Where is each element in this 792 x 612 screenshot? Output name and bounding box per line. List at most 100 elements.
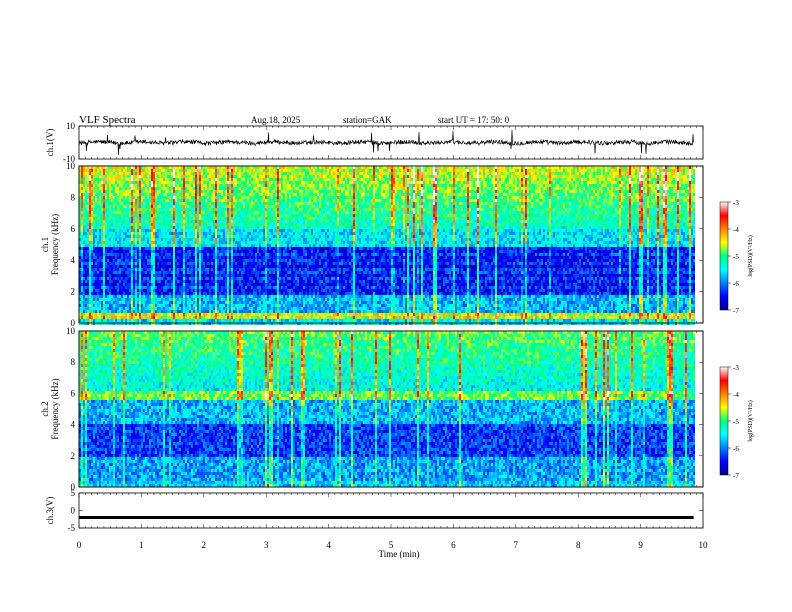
spectrogram-cell <box>115 190 117 193</box>
spectrogram-cell <box>405 184 407 187</box>
spectrogram-cell <box>295 175 297 178</box>
spectrogram-cell <box>303 187 305 190</box>
spectrogram-cell <box>605 181 607 184</box>
spectrogram-cell <box>183 181 185 184</box>
spectrogram-cell <box>253 181 255 184</box>
spectrogram-cell <box>587 184 589 187</box>
spectrogram-cell <box>293 187 295 190</box>
spectrogram-cell <box>559 178 561 181</box>
spectrogram-cell <box>459 181 461 184</box>
spectrogram-cell <box>199 184 201 187</box>
spectrogram-cell <box>237 190 239 193</box>
spectrogram-cell <box>249 190 251 193</box>
spectrogram-cell <box>615 181 617 184</box>
spectrogram-cell <box>197 184 199 187</box>
spectrogram-cell <box>411 172 413 175</box>
spectrogram-cell <box>381 193 383 196</box>
spectrogram-cell <box>287 175 289 178</box>
spectrogram-cell <box>215 199 217 202</box>
spectrogram-cell <box>661 175 663 178</box>
spectrogram-cell <box>121 175 123 178</box>
spectrogram-cell <box>357 169 359 172</box>
spectrogram-cell <box>373 187 375 190</box>
spectrogram-cell <box>91 193 93 196</box>
spectrogram-cell <box>491 166 493 169</box>
spectrogram-cell <box>489 187 491 190</box>
spectrogram-cell <box>465 190 467 193</box>
spectrogram-cell <box>457 196 459 199</box>
spectrogram-cell <box>157 175 159 178</box>
spectrogram-cell <box>87 169 89 172</box>
spectrogram-cell <box>641 172 643 175</box>
spectrogram-cell <box>471 178 473 181</box>
spectrogram-cell <box>431 193 433 196</box>
spectrogram-cell <box>311 169 313 172</box>
spectrogram-cell <box>405 169 407 172</box>
spectrogram-cell <box>677 193 679 196</box>
spectrogram-cell <box>173 172 175 175</box>
spectrogram-cell <box>537 172 539 175</box>
spectrogram-cell <box>647 190 649 193</box>
spectrogram-cell <box>371 199 373 202</box>
spectrogram-cell <box>219 181 221 184</box>
spectrogram-cell <box>583 187 585 190</box>
spectrogram-cell <box>325 166 327 169</box>
spectrogram-cell <box>365 190 367 193</box>
spectrogram-cell <box>91 175 93 178</box>
spectrogram-cell <box>135 184 137 187</box>
spectrogram-cell <box>591 178 593 181</box>
spectrogram-cell <box>363 169 365 172</box>
spectrogram-cell <box>175 199 177 202</box>
spectrogram-cell <box>641 178 643 181</box>
spectrogram-cell <box>259 166 261 169</box>
spectrogram-cell <box>439 187 441 190</box>
spectrogram-cell <box>587 181 589 184</box>
spectrogram-cell <box>625 187 627 190</box>
spectrogram-cell <box>545 178 547 181</box>
spectrogram-cell <box>113 184 115 187</box>
spectrogram-cell <box>539 172 541 175</box>
spectrogram-cell <box>509 166 511 169</box>
spectrogram-cell <box>531 196 533 199</box>
spectrogram-cell <box>513 172 515 175</box>
spectrogram-cell <box>657 181 659 184</box>
spectrogram-cell <box>273 184 275 187</box>
spectrogram-cell <box>133 184 135 187</box>
spectrogram-cell <box>233 190 235 193</box>
spectrogram-cell <box>519 196 521 199</box>
spectrogram-cell <box>407 181 409 184</box>
spectrogram-cell <box>633 187 635 190</box>
spectrogram-cell <box>93 166 95 169</box>
spectrogram-cell <box>295 172 297 175</box>
spectrogram-cell <box>99 178 101 181</box>
spectrogram-cell <box>301 175 303 178</box>
spectrogram-cell <box>453 181 455 184</box>
spectrogram-cell <box>363 199 365 202</box>
spectrogram-cell <box>665 193 667 196</box>
spectrogram-cell <box>323 193 325 196</box>
spectrogram-cell <box>511 172 513 175</box>
spectrogram-cell <box>167 178 169 181</box>
spectrogram-cell <box>407 184 409 187</box>
spectrogram-cell <box>619 184 621 187</box>
spectrogram-cell <box>445 193 447 196</box>
spectrogram-cell <box>661 187 663 190</box>
spectrogram-cell <box>333 178 335 181</box>
spectrogram-cell <box>305 190 307 193</box>
spectrogram-cell <box>487 172 489 175</box>
spectrogram-cell <box>185 193 187 196</box>
spectrogram-cell <box>391 196 393 199</box>
spectrogram-cell <box>83 175 85 178</box>
spectrogram-cell <box>245 169 247 172</box>
spectrogram-cell <box>441 184 443 187</box>
spectrogram-cell <box>565 196 567 199</box>
spectrogram-cell <box>183 175 185 178</box>
spectrogram-cell <box>205 181 207 184</box>
spectrogram-cell <box>603 169 605 172</box>
spectrogram-cell <box>443 187 445 190</box>
spectrogram-cell <box>457 178 459 181</box>
spectrogram-cell <box>201 166 203 169</box>
spectrogram-cell <box>245 184 247 187</box>
spectrogram-cell <box>573 184 575 187</box>
spectrogram-cell <box>149 175 151 178</box>
